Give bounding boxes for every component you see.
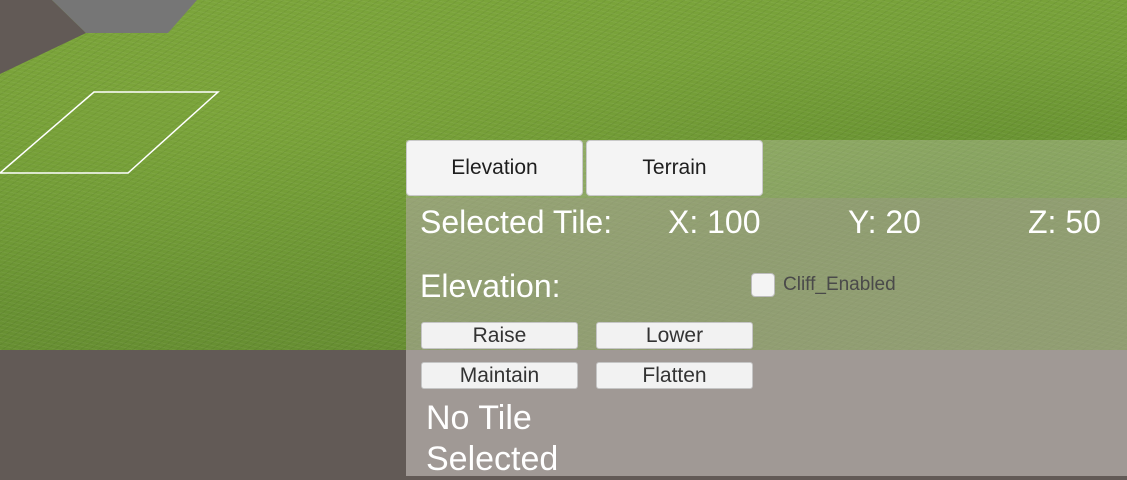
selected-tile-z: Z: 50: [1028, 204, 1101, 240]
tile-status-line1: No Tile: [426, 399, 532, 437]
lower-button[interactable]: Lower: [596, 322, 753, 349]
flatten-button[interactable]: Flatten: [596, 362, 753, 389]
editor-panel: Elevation Terrain Selected Tile: X: 100 …: [406, 140, 1127, 478]
selected-tile-x: X: 100: [668, 204, 761, 240]
tile-selection-outline[interactable]: [0, 91, 220, 174]
cliff-enabled-toggle[interactable]: Cliff_Enabled: [751, 273, 896, 297]
elevation-label: Elevation:: [420, 268, 561, 304]
cliff-enabled-checkbox[interactable]: [751, 273, 775, 297]
tile-status-line2: Selected: [426, 440, 559, 478]
selected-tile-label: Selected Tile:: [420, 204, 613, 240]
selected-tile-y: Y: 20: [848, 204, 921, 240]
tab-terrain[interactable]: Terrain: [586, 140, 763, 196]
tab-strip: Elevation Terrain: [406, 140, 1127, 198]
tile-status: No Tile Selected: [426, 398, 726, 480]
cliff-enabled-label: Cliff_Enabled: [783, 274, 896, 295]
tab-elevation[interactable]: Elevation: [406, 140, 583, 196]
raise-button[interactable]: Raise: [421, 322, 578, 349]
maintain-button[interactable]: Maintain: [421, 362, 578, 389]
